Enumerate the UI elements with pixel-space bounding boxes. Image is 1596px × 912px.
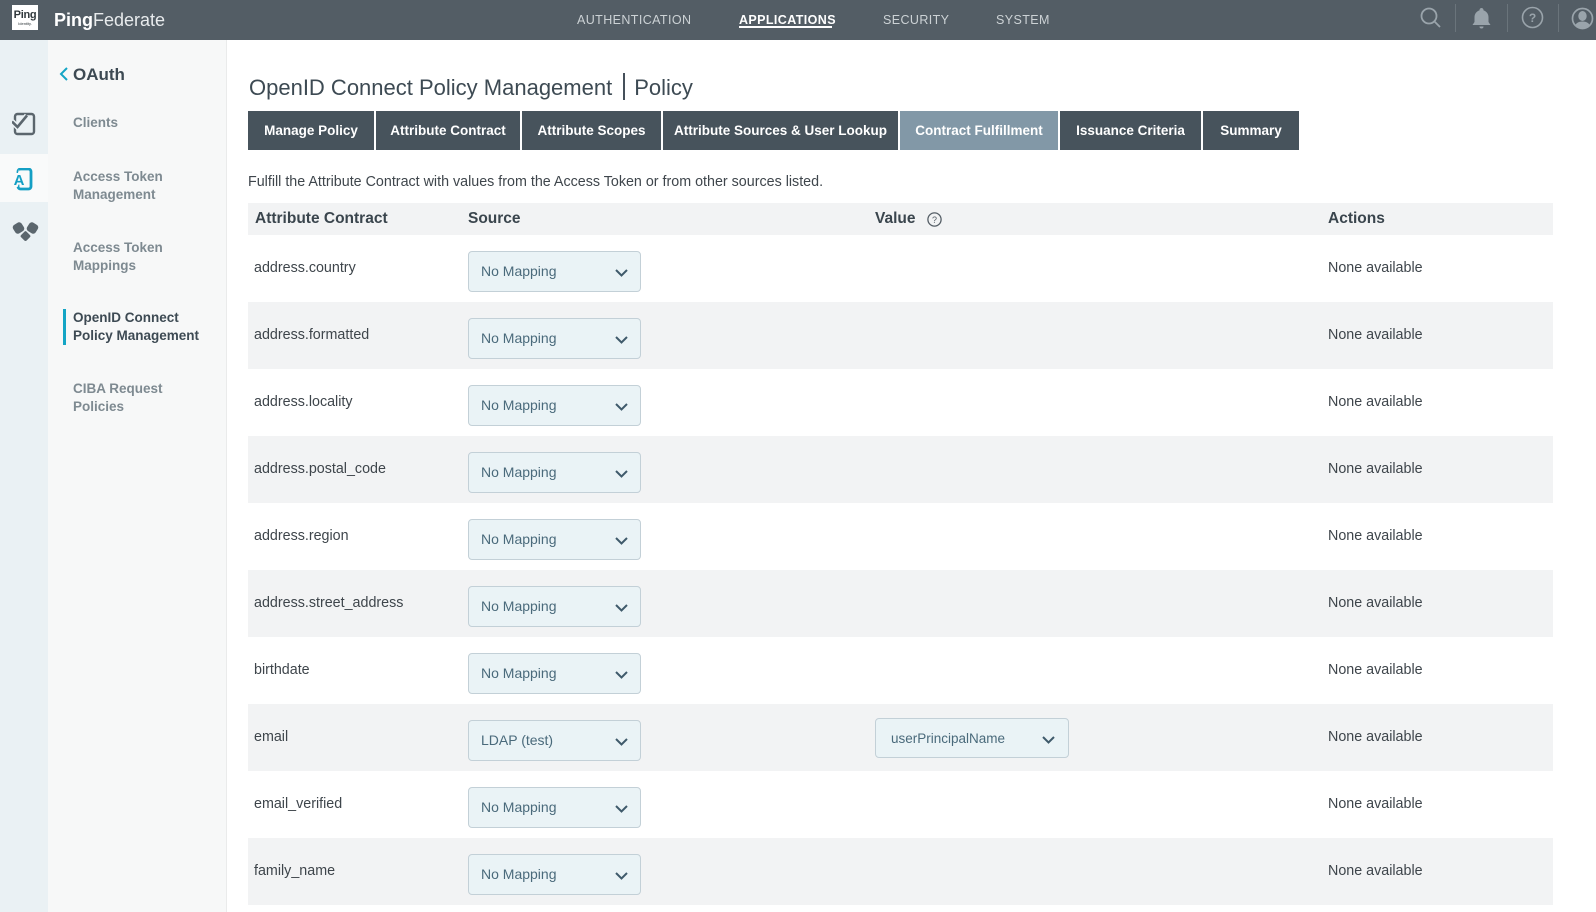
svg-text:?: ? xyxy=(1529,11,1536,25)
svg-text:?: ? xyxy=(932,215,937,225)
svg-text:A: A xyxy=(14,172,25,189)
